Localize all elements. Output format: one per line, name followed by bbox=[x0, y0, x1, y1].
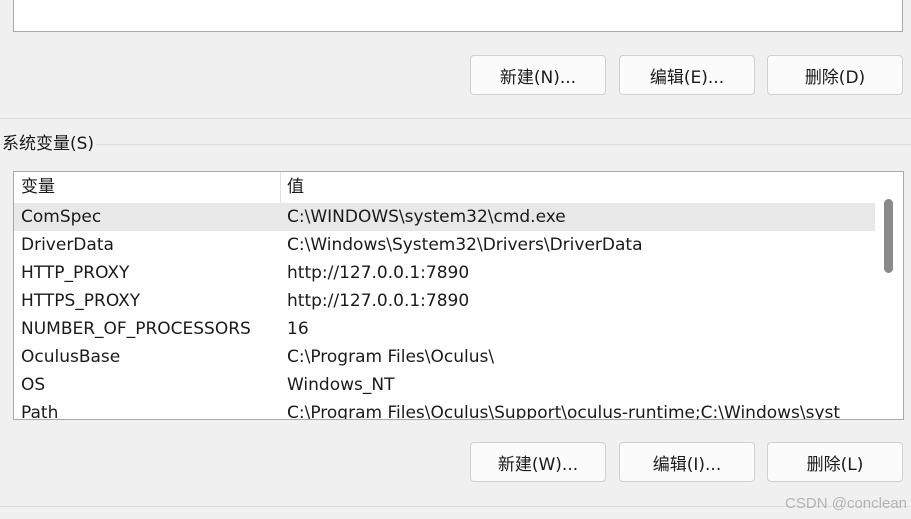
row-variable-value: C:\WINDOWS\system32\cmd.exe bbox=[287, 207, 566, 227]
system-edit-button[interactable]: 编辑(I)... bbox=[619, 442, 755, 482]
system-variables-list[interactable]: 变量 值 ComSpec C:\WINDOWS\system32\cmd.exe… bbox=[13, 171, 904, 420]
section-divider bbox=[0, 118, 911, 119]
table-row-os[interactable]: OS Windows_NT bbox=[14, 371, 876, 399]
row-variable-name: DriverData bbox=[21, 235, 114, 255]
table-row-number-of-processors[interactable]: NUMBER_OF_PROCESSORS 16 bbox=[14, 315, 876, 343]
scrollbar-thumb[interactable] bbox=[884, 199, 893, 273]
row-variable-value: C:\Windows\System32\Drivers\DriverData bbox=[287, 235, 643, 255]
watermark-text: CSDN @conclean bbox=[785, 495, 907, 512]
vertical-scrollbar[interactable] bbox=[875, 172, 903, 419]
system-new-button[interactable]: 新建(W)... bbox=[470, 442, 606, 482]
table-row-path[interactable]: Path C:\Program Files\Oculus\Support\ocu… bbox=[14, 399, 876, 420]
row-variable-value: C:\Program Files\Oculus\ bbox=[287, 347, 495, 367]
row-variable-value: http://127.0.0.1:7890 bbox=[287, 263, 470, 283]
row-variable-name: ComSpec bbox=[21, 207, 102, 227]
row-variable-name: NUMBER_OF_PROCESSORS bbox=[21, 319, 251, 339]
row-variable-value: http://127.0.0.1:7890 bbox=[287, 291, 470, 311]
bottom-divider bbox=[0, 506, 911, 507]
row-variable-value: 16 bbox=[287, 319, 309, 339]
row-variable-name: OculusBase bbox=[21, 347, 121, 367]
row-variable-name: HTTPS_PROXY bbox=[21, 291, 141, 311]
column-header-value[interactable]: 值 bbox=[287, 172, 876, 203]
table-row-driverdata[interactable]: DriverData C:\Windows\System32\Drivers\D… bbox=[14, 231, 876, 259]
row-variable-name: Path bbox=[21, 403, 59, 420]
system-variables-group-label: 系统变量(S) bbox=[2, 132, 97, 156]
user-new-button[interactable]: 新建(N)... bbox=[470, 55, 606, 95]
row-variable-value: C:\Program Files\Oculus\Support\oculus-r… bbox=[287, 403, 841, 420]
system-delete-button[interactable]: 删除(L) bbox=[767, 442, 903, 482]
user-edit-button[interactable]: 编辑(E)... bbox=[619, 55, 755, 95]
group-border bbox=[0, 144, 911, 145]
column-header-variable[interactable]: 变量 bbox=[21, 172, 279, 203]
table-row-oculusbase[interactable]: OculusBase C:\Program Files\Oculus\ bbox=[14, 343, 876, 371]
column-separator[interactable] bbox=[280, 172, 281, 203]
table-row-comspec[interactable]: ComSpec C:\WINDOWS\system32\cmd.exe bbox=[14, 203, 876, 231]
table-row-http-proxy[interactable]: HTTP_PROXY http://127.0.0.1:7890 bbox=[14, 259, 876, 287]
row-variable-name: OS bbox=[21, 375, 46, 395]
user-variables-list[interactable] bbox=[13, 0, 903, 32]
list-header: 变量 值 bbox=[14, 172, 876, 203]
row-variable-name: HTTP_PROXY bbox=[21, 263, 130, 283]
user-delete-button[interactable]: 删除(D) bbox=[767, 55, 903, 95]
row-variable-value: Windows_NT bbox=[287, 375, 395, 395]
table-row-https-proxy[interactable]: HTTPS_PROXY http://127.0.0.1:7890 bbox=[14, 287, 876, 315]
